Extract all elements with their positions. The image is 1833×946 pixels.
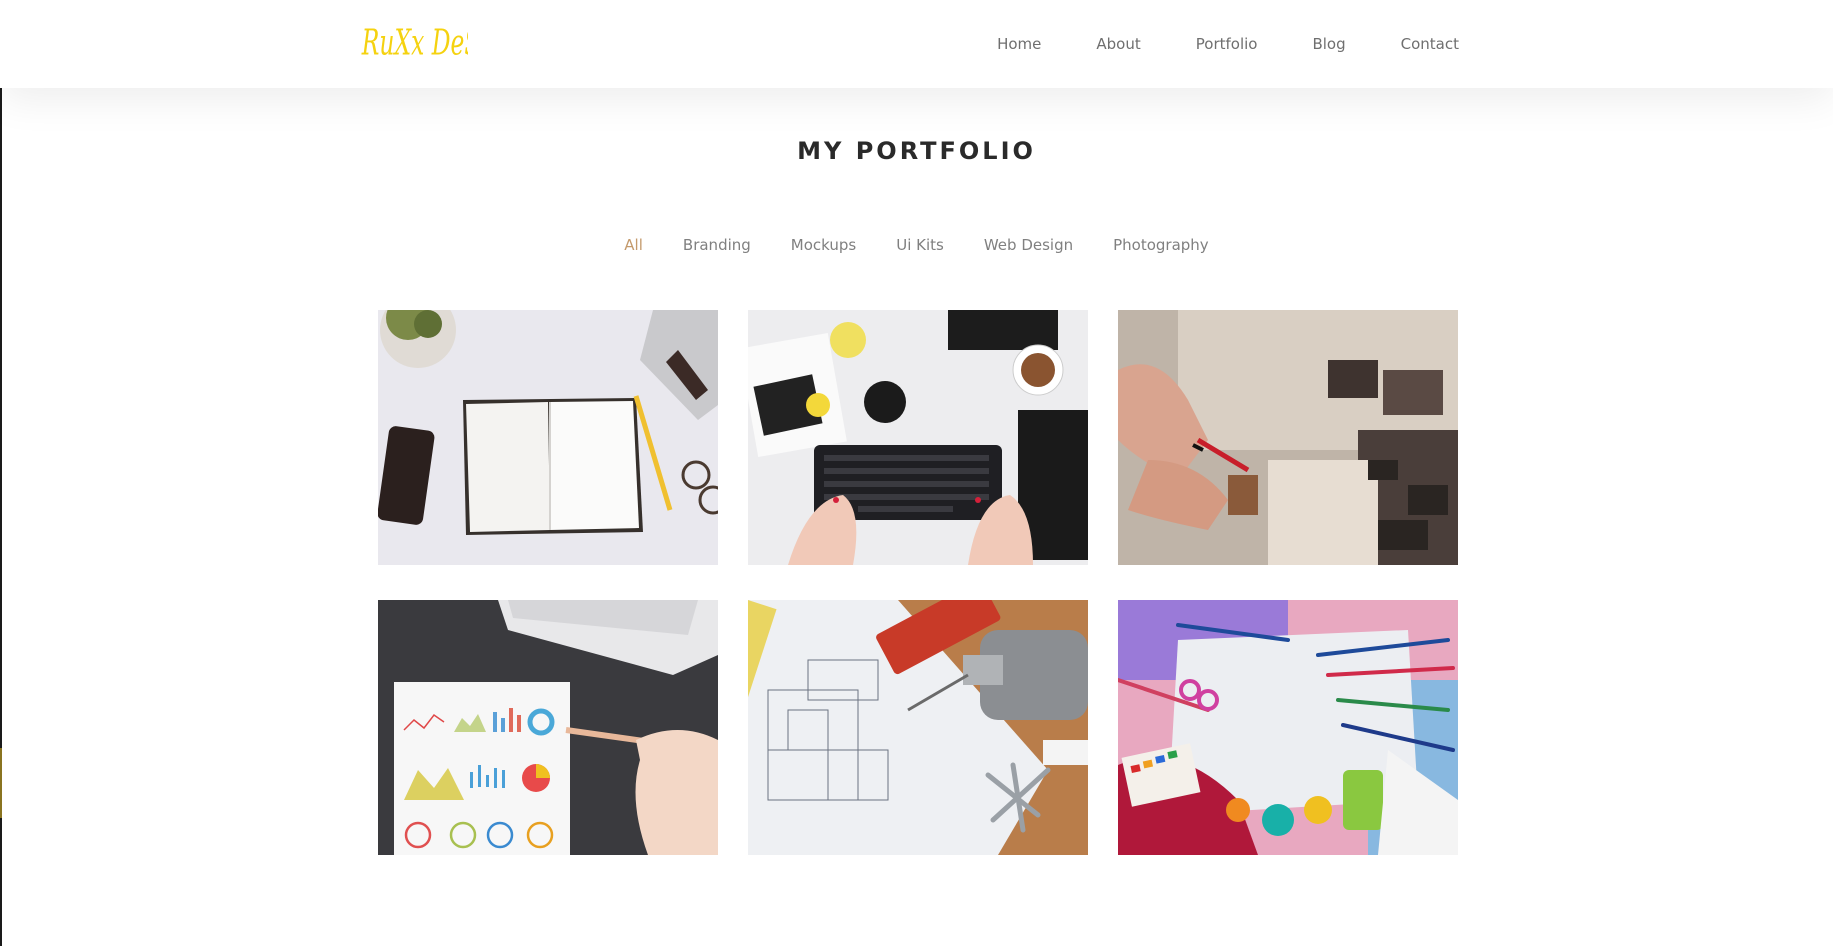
nav-blog[interactable]: Blog [1312, 35, 1345, 53]
brand-logo[interactable]: RuXx DeSiGn [360, 14, 522, 70]
blueprint-drill-tools-photo [748, 600, 1088, 855]
notebook-desk-photo [378, 310, 718, 565]
filter-photography[interactable]: Photography [1113, 236, 1209, 254]
keyboard-creative-mess-photo [748, 310, 1088, 565]
filter-web-design[interactable]: Web Design [984, 236, 1073, 254]
hand-drawing-collage-photo [1118, 310, 1458, 565]
filter-mockups[interactable]: Mockups [791, 236, 856, 254]
site-header: RuXx DeSiGn Home About Portfolio Blog Co… [0, 0, 1833, 88]
portfolio-filters: All Branding Mockups Ui Kits Web Design … [0, 236, 1833, 254]
nav-portfolio[interactable]: Portfolio [1196, 35, 1258, 53]
filter-branding[interactable]: Branding [683, 236, 751, 254]
portfolio-item-drawing[interactable] [1118, 310, 1458, 565]
nav-about[interactable]: About [1096, 35, 1140, 53]
nav-contact[interactable]: Contact [1401, 35, 1459, 53]
portfolio-item-charts[interactable] [378, 600, 718, 855]
portfolio-item-blueprint[interactable] [748, 600, 1088, 855]
portfolio-item-keyboard[interactable] [748, 310, 1088, 565]
charts-report-photo [378, 600, 718, 855]
main-nav: Home About Portfolio Blog Contact [942, 0, 1459, 88]
portfolio-item-art-supplies[interactable] [1118, 600, 1458, 855]
portfolio-item-notebook[interactable] [378, 310, 718, 565]
art-supplies-photo [1118, 600, 1458, 855]
filter-ui-kits[interactable]: Ui Kits [896, 236, 944, 254]
page-title: MY PORTFOLIO [797, 137, 1036, 165]
window-left-accent [0, 748, 2, 818]
nav-home[interactable]: Home [997, 35, 1041, 53]
logo-text: RuXx DeSiGn [361, 23, 468, 64]
filter-all[interactable]: All [624, 236, 643, 254]
